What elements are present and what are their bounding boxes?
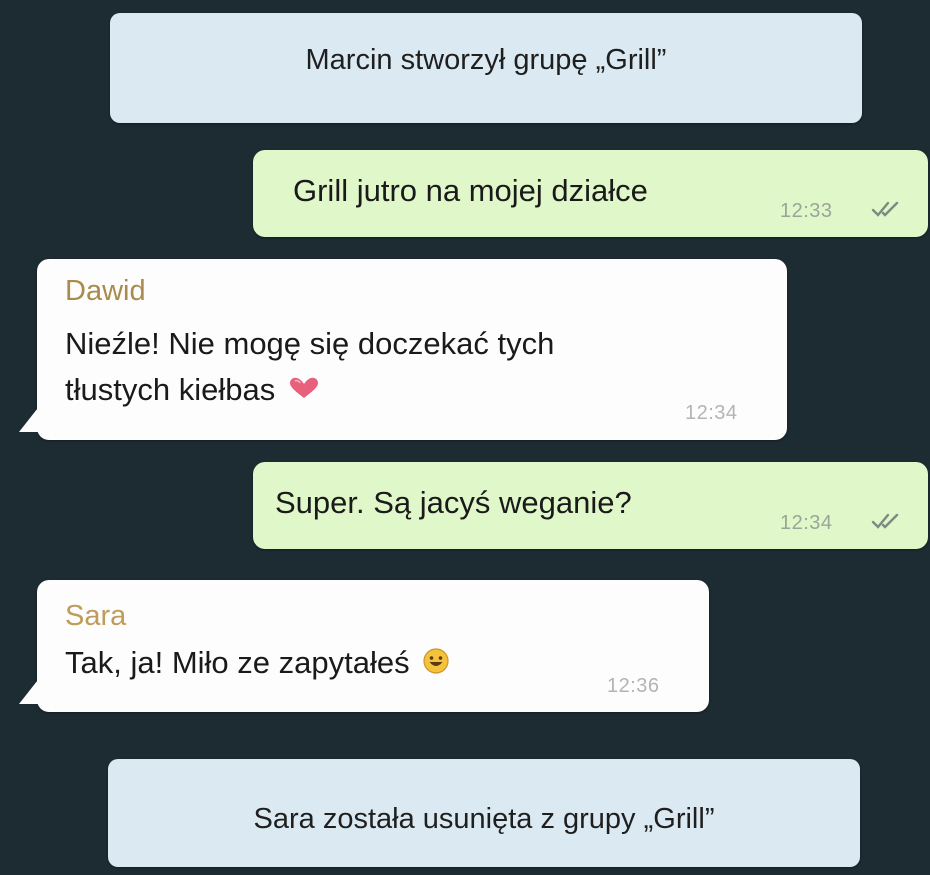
message-text: Tak, ja! Miło ze zapytałeś <box>65 645 410 680</box>
message-time: 12:33 <box>780 200 833 222</box>
incoming-message-bubble[interactable]: Sara Tak, ja! Miło ze zapytałeś 12:36 <box>19 580 709 712</box>
incoming-message-bubble[interactable]: Dawid Nieźle! Nie mogę się doczekać tych… <box>19 259 787 440</box>
message-sender: Sara <box>65 600 127 632</box>
message-text-line-1: Nieźle! Nie mogę się doczekać tych <box>65 326 555 361</box>
message-text-line: Tak, ja! Miło ze zapytałeś <box>65 640 450 686</box>
message-text-line: Nieźle! Nie mogę się doczekać tych <box>65 321 554 367</box>
message-sender: Dawid <box>65 275 146 307</box>
outgoing-message-bubble[interactable]: Grill jutro na mojej działce 12:33 <box>253 150 928 237</box>
read-double-check-icon <box>871 513 899 529</box>
message-time: 12:34 <box>780 512 833 534</box>
system-message-member-removed: Sara została usunięta z grupy „Grill” <box>108 759 860 867</box>
message-text: Super. Są jacyś weganie? <box>275 485 632 520</box>
system-message-text: Sara została usunięta z grupy „Grill” <box>253 803 715 835</box>
message-time: 12:34 <box>685 402 738 424</box>
message-text: Grill jutro na mojej działce <box>293 173 648 208</box>
outgoing-message-bubble[interactable]: Super. Są jacyś weganie? 12:34 <box>253 462 928 549</box>
system-message-group-created: Marcin stworzył grupę „Grill” <box>110 13 862 123</box>
read-double-check-icon <box>871 201 899 217</box>
smiling-face-emoji-icon <box>422 648 449 674</box>
message-text-line: tłustych kiełbas <box>65 367 319 413</box>
message-time: 12:36 <box>607 675 660 697</box>
message-text-line-2: tłustych kiełbas <box>65 372 276 407</box>
heart-emoji-icon <box>290 377 319 398</box>
system-message-text: Marcin stworzył grupę „Grill” <box>305 44 667 76</box>
